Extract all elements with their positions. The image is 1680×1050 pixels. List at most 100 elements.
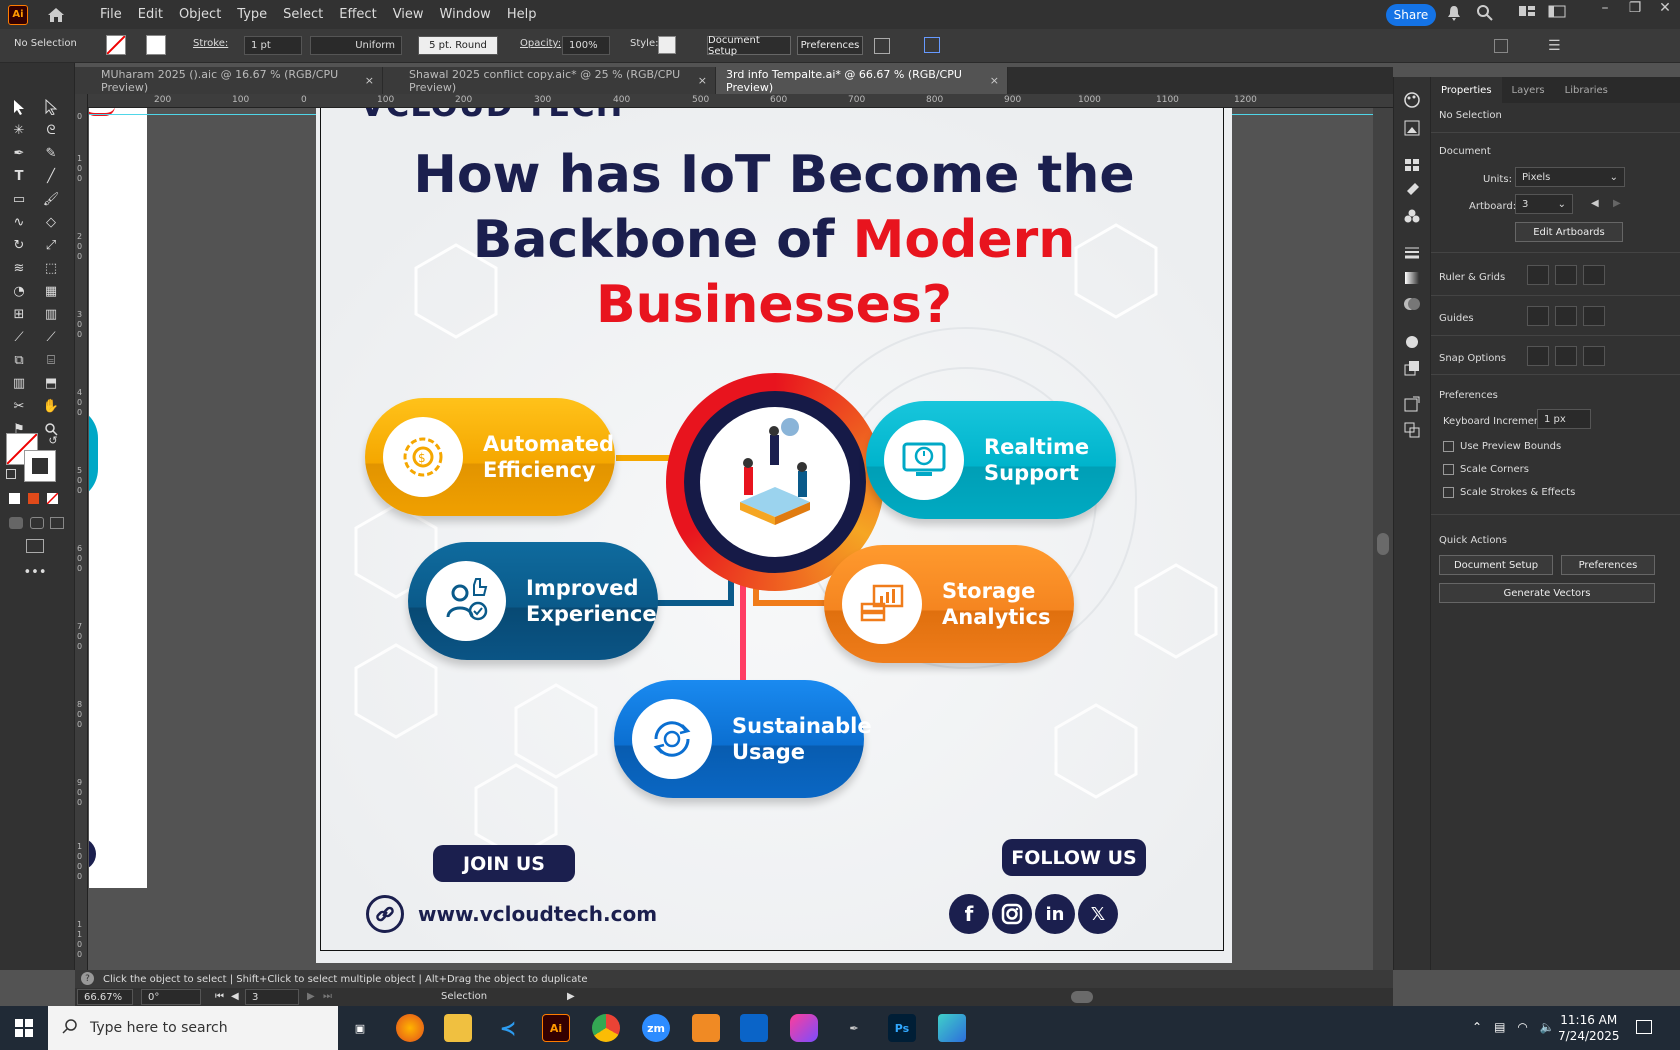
image-trace-icon[interactable] [1403, 119, 1421, 137]
vscode-icon[interactable]: ≺ [494, 1014, 522, 1042]
graphic-styles-icon[interactable] [1403, 359, 1421, 377]
menu-type[interactable]: Type [229, 7, 275, 22]
paintbrush-icon[interactable]: 🖌 [42, 190, 60, 208]
width-tool-icon[interactable]: ≋ [10, 259, 28, 277]
menu-effect[interactable]: Effect [331, 7, 384, 22]
scrollbar-thumb[interactable] [1377, 533, 1389, 555]
swatches-icon[interactable] [1403, 155, 1421, 173]
chrome-icon[interactable] [592, 1014, 620, 1042]
taskbar-search-box[interactable]: Type here to search [48, 1006, 338, 1050]
none-mode-icon[interactable] [46, 492, 59, 505]
stroke-color-box[interactable] [24, 450, 56, 482]
snap-to-pixel-icon[interactable] [1555, 346, 1577, 366]
close-icon[interactable]: ✕ [1650, 0, 1680, 16]
horizontal-scrollbar-thumb[interactable] [1071, 991, 1093, 1003]
chevron-up-icon[interactable]: ⌃ [1472, 1020, 1482, 1034]
keyboard-increment-input[interactable]: 1 px [1537, 409, 1591, 429]
preferences-button[interactable]: Preferences [1561, 555, 1655, 575]
tab-shawal[interactable]: Shawal 2025 conflict copy.aic* @ 25 % (R… [383, 67, 716, 94]
arrange-documents-icon[interactable] [1518, 4, 1536, 22]
artboard-tool-icon[interactable]: ⬒ [42, 374, 60, 392]
shaper-tool-icon[interactable]: ∿ [10, 213, 28, 231]
opacity-input[interactable]: 100% [562, 36, 610, 55]
symbols-icon[interactable] [1403, 207, 1421, 225]
screen-mode-icon[interactable] [26, 539, 44, 553]
vertical-ruler[interactable]: 0 1 0 0 2 0 0 3 0 0 4 0 0 5 0 0 6 0 0 7 … [75, 94, 88, 970]
tab-layers[interactable]: Layers [1502, 77, 1555, 103]
lock-guides-icon[interactable] [1555, 306, 1577, 326]
document-setup-button[interactable]: Document Setup [707, 35, 791, 57]
brushes-icon[interactable] [1403, 181, 1421, 199]
status-mode[interactable]: Selection [441, 991, 487, 1002]
menu-edit[interactable]: Edit [130, 7, 171, 22]
blend-tool-icon[interactable]: ⧉ [10, 351, 28, 369]
zoom-select[interactable]: 66.67% [77, 989, 133, 1005]
tab-properties[interactable]: Properties [1431, 77, 1502, 103]
status-arrow-icon[interactable]: ▶ [567, 991, 575, 1002]
pen-app-icon[interactable]: ✒ [840, 1014, 868, 1042]
rulers-icon[interactable] [1527, 265, 1549, 285]
slice-tool-icon[interactable]: ✂ [10, 397, 28, 415]
draw-behind-icon[interactable] [30, 517, 44, 529]
scale-corners-checkbox[interactable]: Scale Corners [1443, 464, 1529, 475]
share-button[interactable]: Share [1386, 4, 1436, 26]
draw-inside-icon[interactable] [50, 517, 64, 529]
stroke-weight-input[interactable]: 1 pt [244, 36, 302, 55]
checkbox-box[interactable] [1443, 464, 1454, 475]
workspace-icon[interactable] [1548, 4, 1566, 22]
menu-object[interactable]: Object [171, 7, 229, 22]
search-icon[interactable] [1476, 4, 1494, 22]
outlook-icon[interactable] [740, 1014, 768, 1042]
magic-wand-icon[interactable]: ✳ [10, 121, 28, 139]
preferences-button[interactable]: Preferences [797, 36, 863, 55]
artboard-select[interactable]: 3 ⌄ [1515, 194, 1573, 214]
selection-tool-icon[interactable] [10, 98, 28, 116]
horizontal-ruler[interactable]: 200 100 0 100 200 300 400 500 600 700 80… [88, 94, 1393, 108]
stroke-panel-icon[interactable] [1403, 243, 1421, 261]
stroke-label[interactable]: Stroke: [193, 38, 228, 49]
menu-view[interactable]: View [385, 7, 432, 22]
eyedropper-icon[interactable]: ⟋ [10, 328, 28, 346]
more-tools-icon[interactable]: ••• [24, 563, 47, 581]
wifi-icon[interactable]: ◠ [1517, 1020, 1527, 1034]
eraser-icon[interactable]: ◇ [42, 213, 60, 231]
measure-icon[interactable]: ⟋ [42, 328, 60, 346]
illustrator-taskbar-icon[interactable]: Ai [542, 1014, 570, 1042]
canvas-area[interactable]: VCLOUD TECH How has IoT Become the Backb… [89, 108, 1373, 963]
gradient-panel-icon[interactable] [1403, 269, 1421, 287]
tab-libraries[interactable]: Libraries [1555, 77, 1618, 103]
checkbox-box[interactable] [1443, 441, 1454, 452]
vertical-scrollbar[interactable] [1373, 108, 1393, 970]
tab-close-icon[interactable]: × [365, 74, 374, 87]
artboards-panel-icon[interactable] [1403, 421, 1421, 439]
curvature-tool-icon[interactable]: ✎ [42, 144, 60, 162]
creative-cloud-icon[interactable] [790, 1014, 818, 1042]
photoshop-icon[interactable]: Ps [888, 1014, 916, 1042]
draw-normal-icon[interactable] [9, 517, 23, 529]
task-view-icon[interactable]: ▣ [346, 1014, 374, 1042]
gradient-tool-icon[interactable]: ▥ [42, 305, 60, 323]
document-setup-button[interactable]: Document Setup [1439, 555, 1553, 575]
recolor-icon[interactable] [924, 37, 940, 53]
units-select[interactable]: Pixels ⌄ [1515, 167, 1625, 187]
menu-file[interactable]: File [92, 7, 130, 22]
snap-to-point-icon[interactable] [1527, 346, 1549, 366]
fill-swatch[interactable] [106, 35, 126, 55]
perspective-grid-icon[interactable]: ▦ [42, 282, 60, 300]
minimize-icon[interactable]: – [1590, 0, 1620, 16]
scale-tool-icon[interactable]: ⤢ [42, 236, 60, 254]
zoom-app-icon[interactable]: zm [642, 1014, 670, 1042]
stroke-profile-select[interactable]: Uniform [310, 36, 402, 55]
tab-muharam[interactable]: MUharam 2025 ().aic @ 16.67 % (RGB/CPU P… [75, 67, 383, 94]
rectangle-tool-icon[interactable]: ▭ [10, 190, 28, 208]
system-clock[interactable]: 11:16 AM 7/24/2025 [1558, 1012, 1620, 1044]
panel-arrange-icon[interactable] [1494, 39, 1508, 53]
tab-close-icon[interactable]: × [698, 74, 707, 87]
checkbox-box[interactable] [1443, 487, 1454, 498]
artboard-nav-input[interactable]: 3 [245, 989, 299, 1005]
default-colors-icon[interactable] [6, 469, 16, 479]
symbol-sprayer-icon[interactable]: ⌸ [42, 351, 60, 369]
windows-start-icon[interactable] [0, 1006, 48, 1050]
transparency-grid-icon[interactable] [1583, 265, 1605, 285]
show-guides-icon[interactable] [1527, 306, 1549, 326]
